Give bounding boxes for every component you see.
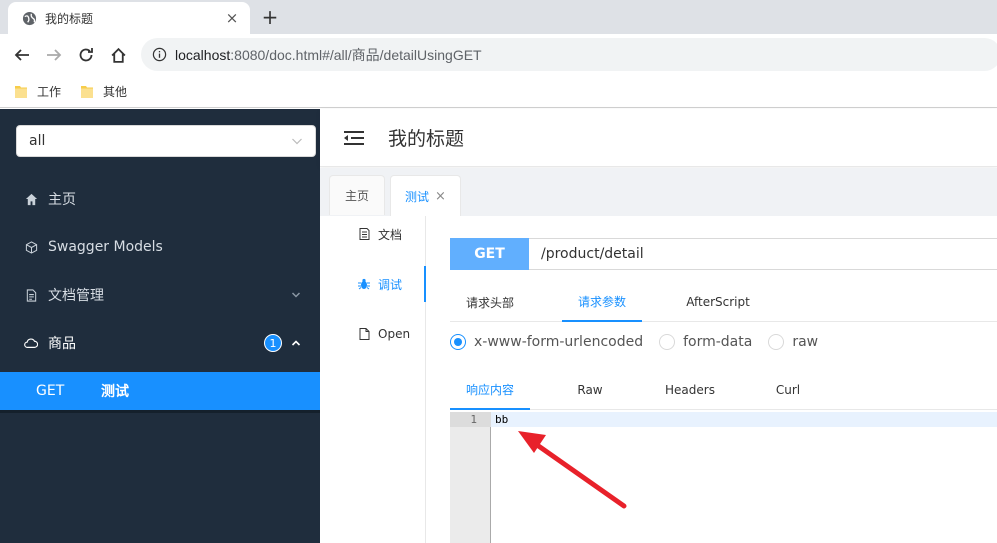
bookmark-folder-other[interactable]: 其他	[81, 83, 127, 100]
folder-icon	[15, 85, 27, 98]
api-name-label: 测试	[101, 384, 129, 400]
back-arrow-icon[interactable]	[8, 41, 36, 69]
vtab-debug[interactable]: 调试	[320, 266, 426, 302]
main-header: 我的标题	[320, 109, 997, 167]
count-badge: 1	[264, 334, 282, 352]
close-icon[interactable]: ×	[435, 189, 446, 204]
bookmarks-bar: 工作 其他	[0, 76, 997, 108]
tab-response-headers[interactable]: Headers	[650, 370, 730, 410]
document-icon	[24, 288, 38, 302]
api-content: 文档 调试 Open GET /product/detail 请求头部 请求参数…	[320, 216, 997, 543]
browser-tab-title: 我的标题	[45, 11, 94, 26]
home-icon[interactable]	[104, 41, 132, 69]
document-icon	[358, 228, 370, 240]
reload-icon[interactable]	[72, 41, 100, 69]
tab-request-headers[interactable]: 请求头部	[450, 282, 530, 322]
sidebar-item-label: Swagger Models	[48, 239, 163, 255]
forward-arrow-icon[interactable]	[40, 41, 68, 69]
editor-gutter: 1	[450, 412, 491, 543]
bookmark-folder-work[interactable]: 工作	[15, 83, 61, 100]
radio-label: x-www-form-urlencoded	[474, 334, 644, 350]
tab-response-raw[interactable]: Raw	[550, 370, 630, 410]
vtab-open[interactable]: Open	[320, 316, 426, 352]
page-title: 我的标题	[388, 128, 465, 150]
browser-tab-strip: 我的标题 × +	[0, 0, 997, 34]
radio-raw[interactable]: raw	[768, 334, 818, 350]
http-method-badge: GET	[450, 237, 529, 270]
home-icon	[24, 192, 38, 206]
tab-test[interactable]: 测试 ×	[390, 175, 461, 216]
sidebar-item-home[interactable]: 主页	[0, 175, 320, 223]
submenu-divider	[0, 410, 320, 413]
sidebar-item-label: 主页	[48, 192, 76, 208]
response-body-text: bb	[495, 413, 509, 426]
radio-urlencoded[interactable]: x-www-form-urlencoded	[450, 334, 643, 350]
vtab-label: Open	[378, 327, 411, 341]
sidebar-item-label: 文档管理	[48, 288, 104, 304]
tab-label: 测试	[405, 189, 430, 204]
sidebar-item-doc-management[interactable]: 文档管理	[0, 271, 320, 319]
vtab-label: 调试	[378, 277, 403, 292]
response-tabs: 响应内容 Raw Headers Curl	[450, 370, 997, 410]
sidebar-item-product[interactable]: 商品 1	[0, 319, 320, 367]
group-select-value: all	[29, 133, 46, 149]
radio-dot	[768, 334, 785, 350]
tab-home[interactable]: 主页	[329, 175, 385, 215]
chevron-down-icon	[290, 289, 302, 301]
browser-tab[interactable]: 我的标题 ×	[8, 2, 250, 34]
sidebar-subitem-get-test[interactable]: GET 测试	[0, 372, 320, 410]
sidebar-item-label: 商品	[48, 336, 76, 352]
vtab-doc[interactable]: 文档	[320, 216, 426, 252]
info-icon[interactable]	[151, 47, 167, 63]
method-label: GET	[36, 383, 65, 399]
sidebar-item-swagger-models[interactable]: Swagger Models	[0, 223, 320, 271]
line-number: 1	[450, 412, 491, 427]
radio-dot	[450, 334, 466, 350]
chevron-down-icon	[292, 138, 302, 145]
tab-request-params[interactable]: 请求参数	[562, 282, 642, 322]
group-select[interactable]: all	[16, 125, 316, 157]
globe-icon	[21, 10, 37, 26]
chevron-up-icon	[290, 337, 302, 349]
tab-label: 主页	[344, 189, 369, 203]
sidebar: all 主页 Swagger Models 文档管理 商品 1 GET 测试	[0, 109, 320, 543]
file-icon	[358, 328, 370, 340]
radio-label: form-data	[683, 334, 753, 350]
browser-toolbar: localhost:8080/doc.html#/all/商品/detailUs…	[0, 34, 997, 76]
cloud-icon	[24, 336, 38, 350]
bug-icon	[358, 278, 370, 290]
bookmark-label: 其他	[103, 85, 128, 99]
close-icon[interactable]: ×	[222, 8, 242, 28]
vertical-tabs: 文档 调试 Open	[320, 216, 426, 543]
new-tab-button[interactable]: +	[258, 5, 282, 29]
folder-icon	[81, 85, 94, 98]
active-line-highlight	[491, 412, 997, 427]
tab-response-curl[interactable]: Curl	[748, 370, 828, 410]
request-tabs: 请求头部 请求参数 AfterScript	[450, 282, 997, 322]
url-text: localhost:8080/doc.html#/all/商品/detailUs…	[175, 46, 482, 63]
bookmark-label: 工作	[37, 85, 62, 99]
response-editor[interactable]: 1 bb	[450, 412, 997, 543]
page-tabs-bar: 主页 测试 ×	[320, 168, 997, 216]
tab-after-script[interactable]: AfterScript	[676, 282, 760, 322]
radio-dot	[659, 334, 676, 350]
vtab-label: 文档	[378, 227, 403, 242]
menu-fold-icon[interactable]	[344, 130, 364, 146]
tab-response-content[interactable]: 响应内容	[450, 370, 530, 410]
radio-form-data[interactable]: form-data	[659, 334, 752, 350]
api-url-bar: GET /product/detail	[450, 237, 997, 270]
cube-icon	[24, 240, 38, 254]
radio-label: raw	[792, 334, 819, 350]
address-bar[interactable]: localhost:8080/doc.html#/all/商品/detailUs…	[141, 38, 997, 71]
content-type-radios: x-www-form-urlencoded form-data raw	[450, 332, 834, 352]
api-path: /product/detail	[541, 246, 644, 262]
